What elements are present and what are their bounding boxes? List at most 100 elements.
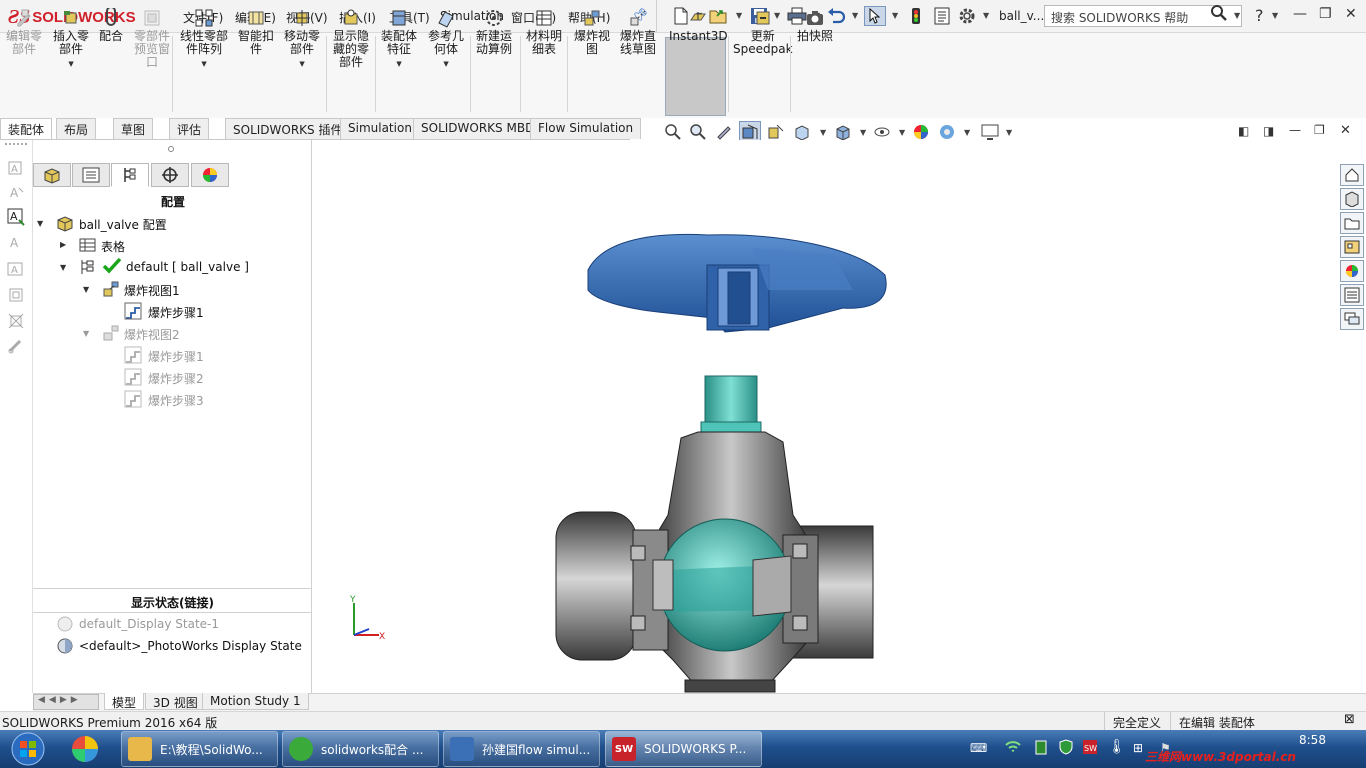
- explode-line-sketch-button[interactable]: 爆炸直 线草图: [620, 8, 656, 56]
- edit-component-button[interactable]: 编辑零 部件: [6, 8, 42, 56]
- tables-node[interactable]: 表格: [101, 238, 125, 255]
- chevron-down-icon[interactable]: ▼: [983, 11, 989, 20]
- wifi-icon[interactable]: [1004, 739, 1022, 758]
- clock-time[interactable]: 8:58: [1299, 733, 1326, 747]
- security-shield-icon[interactable]: [1058, 739, 1074, 758]
- chevron-down-icon[interactable]: ▼: [201, 58, 206, 71]
- chevron-down-icon[interactable]: ▼: [1234, 11, 1240, 20]
- taskbar-item-solidworks[interactable]: SW SOLIDWORKS P...: [605, 731, 762, 767]
- chevron-down-icon[interactable]: ▼: [68, 58, 73, 71]
- network-icon[interactable]: ⊞: [1133, 741, 1143, 755]
- restore-icon[interactable]: ❐: [1314, 123, 1325, 137]
- chevron-down-icon[interactable]: ▼: [443, 58, 448, 71]
- tab-configurationmanager[interactable]: [111, 163, 149, 187]
- minimize-icon[interactable]: —: [1289, 123, 1301, 137]
- smart-dimension-icon[interactable]: A: [7, 208, 25, 226]
- explode-step-item[interactable]: 爆炸步骤2: [148, 370, 204, 387]
- tab-sketch[interactable]: 草图: [113, 118, 154, 139]
- thermometer-icon[interactable]: 🌡︎: [1108, 739, 1126, 755]
- file-properties-icon[interactable]: [931, 6, 953, 26]
- explode-step-item[interactable]: 爆炸步骤3: [148, 392, 204, 409]
- collapse-arrow-icon[interactable]: ▼: [83, 285, 89, 294]
- chevron-down-icon[interactable]: ▼: [820, 128, 826, 137]
- collapse-arrow-icon[interactable]: ▼: [83, 329, 89, 338]
- tab-simulation[interactable]: Simulation: [340, 118, 420, 139]
- surface-finish-icon[interactable]: A: [7, 260, 25, 278]
- rebuild-traffic-light-icon[interactable]: [905, 6, 927, 26]
- mate-button[interactable]: 配合: [99, 8, 123, 43]
- close-icon[interactable]: ✕: [1340, 123, 1351, 138]
- select-pointer-icon[interactable]: [864, 6, 886, 26]
- tab-3d-view[interactable]: 3D 视图: [145, 693, 206, 710]
- take-snapshot-button[interactable]: 拍快照: [797, 8, 833, 43]
- tab-displaymanager[interactable]: [191, 163, 229, 187]
- collapse-arrow-icon[interactable]: ▼: [37, 219, 43, 228]
- tab-flow-simulation[interactable]: Flow Simulation: [530, 118, 642, 139]
- options-gear-icon[interactable]: [956, 6, 978, 26]
- tab-motion-study[interactable]: Motion Study 1: [202, 693, 309, 710]
- keyboard-icon[interactable]: ⌨: [970, 741, 987, 755]
- tab-evaluate[interactable]: 评估: [169, 118, 210, 139]
- explode-step-item[interactable]: 爆炸步骤1: [148, 304, 204, 321]
- chevron-down-icon[interactable]: ▼: [899, 128, 905, 137]
- tile-right-icon[interactable]: ◨: [1263, 124, 1274, 138]
- graphics-viewport[interactable]: Y X: [313, 140, 1366, 693]
- ball-valve-model[interactable]: Y X: [313, 140, 1366, 693]
- config-root[interactable]: ball_valve 配置: [79, 216, 167, 233]
- help-question-icon[interactable]: ?: [1255, 6, 1264, 25]
- panel-grip-icon[interactable]: [168, 146, 174, 152]
- exploded-view-button[interactable]: 爆炸视 图: [574, 8, 610, 56]
- reference-geometry-button[interactable]: 参考几 何体 ▼: [428, 8, 464, 71]
- chevron-down-icon[interactable]: ▼: [396, 58, 401, 71]
- chevron-down-icon[interactable]: ▼: [1006, 128, 1012, 137]
- chevron-down-icon[interactable]: ▼: [892, 11, 898, 20]
- tab-scroll-arrows[interactable]: ◀◀▶▶: [33, 694, 99, 710]
- exploded-view-2[interactable]: 爆炸视图2: [124, 326, 180, 343]
- file-explorer-icon[interactable]: [1340, 212, 1364, 234]
- solidworks-resources-icon[interactable]: [1340, 164, 1364, 186]
- chevron-down-icon[interactable]: ▼: [852, 11, 858, 20]
- note-icon[interactable]: A: [7, 184, 25, 202]
- collapse-arrow-icon[interactable]: ▼: [60, 263, 66, 272]
- forum-icon[interactable]: [1340, 308, 1364, 330]
- exploded-view-1[interactable]: 爆炸视图1: [124, 282, 180, 299]
- insert-component-button[interactable]: 插入零 部件 ▼: [53, 8, 89, 71]
- explode-step-item[interactable]: 爆炸步骤1: [148, 348, 204, 365]
- expand-arrow-icon[interactable]: ▶: [60, 240, 66, 249]
- custom-properties-icon[interactable]: [1340, 284, 1364, 306]
- default-configuration[interactable]: default [ ball_valve ]: [126, 260, 249, 274]
- bom-button[interactable]: 材料明 细表: [526, 8, 562, 56]
- preview-window-button[interactable]: 零部件 预览窗 口: [134, 8, 170, 69]
- taskbar-item-document[interactable]: 孙建国flow simul...: [443, 731, 600, 767]
- close-icon[interactable]: ✕: [1345, 6, 1357, 22]
- linear-pattern-button[interactable]: 线性零部 件阵列 ▼: [180, 8, 228, 71]
- tab-dimxpert[interactable]: [151, 163, 189, 187]
- restore-icon[interactable]: ❐: [1319, 6, 1332, 22]
- handle-part[interactable]: [587, 233, 887, 333]
- tab-solidworks-mbd[interactable]: SOLIDWORKS MBD: [413, 118, 543, 139]
- smart-fasteners-button[interactable]: 智能扣 件: [238, 8, 274, 56]
- appearances-icon[interactable]: [1340, 260, 1364, 282]
- display-state-item[interactable]: default_Display State-1: [79, 617, 219, 631]
- status-help-icon[interactable]: ⊠: [1344, 712, 1355, 727]
- tab-layout[interactable]: 布局: [56, 118, 97, 139]
- grip-handle[interactable]: [5, 143, 27, 145]
- instant3d-button[interactable]: Instant3D: [669, 8, 728, 43]
- datum-icon[interactable]: [7, 286, 25, 304]
- link-icon[interactable]: [7, 338, 25, 356]
- display-state-item[interactable]: <default>_PhotoWorks Display State: [79, 639, 302, 653]
- new-motion-study-button[interactable]: 新建运 动算例: [476, 8, 512, 56]
- tab-featuremanager[interactable]: [33, 163, 71, 187]
- update-speedpak-button[interactable]: 更新 Speedpak: [733, 8, 793, 56]
- taskbar-item-explorer[interactable]: E:\教程\SolidWo...: [121, 731, 278, 767]
- taskbar-item-browser[interactable]: solidworks配合 ...: [282, 731, 439, 767]
- pinned-app-button[interactable]: [62, 732, 108, 766]
- design-library-icon[interactable]: [1340, 188, 1364, 210]
- solidworks-tray-icon[interactable]: SW: [1082, 739, 1098, 758]
- tab-model[interactable]: 模型: [104, 693, 145, 710]
- tab-solidworks-addins[interactable]: SOLIDWORKS 插件: [225, 118, 351, 139]
- tile-left-icon[interactable]: ◧: [1238, 124, 1249, 138]
- show-hidden-components-button[interactable]: 显示隐 藏的零 部件: [333, 8, 369, 69]
- minimize-icon[interactable]: —: [1293, 6, 1307, 22]
- hole-callout-icon[interactable]: [7, 312, 25, 330]
